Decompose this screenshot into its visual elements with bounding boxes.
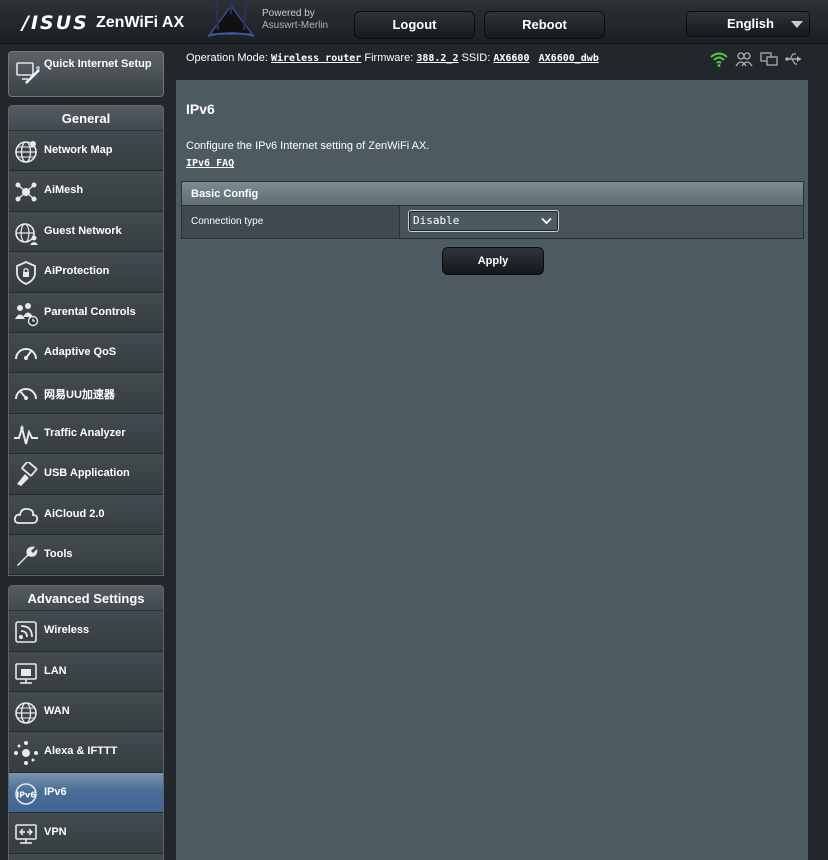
sidebar-item-label: Wireless xyxy=(44,624,90,637)
uu-accelerator-icon xyxy=(15,388,37,401)
sidebar-item-label: Adaptive QoS xyxy=(44,345,117,358)
sidebar-item-alexa-ifttt[interactable]: Alexa & IFTTT xyxy=(9,732,163,773)
sidebar-item-lan[interactable]: LAN xyxy=(9,651,163,693)
general-header: General xyxy=(9,106,163,131)
sidebar: Quick Internet Setup General Network Map xyxy=(8,51,164,860)
connection-type-select[interactable]: Disable xyxy=(408,210,559,232)
sidebar-item-network-map[interactable]: Network Map xyxy=(9,131,163,172)
sidebar-item-label: Traffic Analyzer xyxy=(44,426,126,439)
page-description: Configure the IPv6 Internet setting of Z… xyxy=(186,140,430,152)
sidebar-item-uu-accelerator[interactable]: 网易UU加速器 xyxy=(9,373,163,414)
guest-network-icon xyxy=(15,222,38,245)
gauge-icon xyxy=(15,347,37,360)
firmware-link[interactable]: 388.2_2 xyxy=(416,53,458,64)
connection-type-row: Connection type Disable xyxy=(182,206,803,238)
language-select[interactable]: English xyxy=(686,11,810,37)
ipv6-faq-link[interactable]: IPv6 FAQ xyxy=(186,158,234,169)
connection-type-value: Disable xyxy=(413,214,460,227)
sidebar-item-label: Parental Controls xyxy=(44,305,136,318)
sidebar-item-label: USB Application xyxy=(44,467,130,480)
lan-icon xyxy=(15,662,37,684)
sidebar-item-ipv6[interactable]: IPv6 IPv6 xyxy=(9,772,163,814)
basic-config-header: Basic Config xyxy=(182,182,803,206)
page-title: IPv6 xyxy=(186,101,215,117)
mesh-icon xyxy=(15,182,37,202)
firmware-brand: Asuswrt-Merlin xyxy=(262,20,329,31)
reboot-button[interactable]: Reboot xyxy=(484,11,605,39)
sidebar-item-label: WAN xyxy=(44,705,70,718)
top-bar: /ISUS ZenWiFi AX Powered by Asuswrt-Merl… xyxy=(0,0,828,44)
caret-down-icon xyxy=(791,21,803,28)
traffic-analyzer-icon xyxy=(14,423,38,444)
svg-text:IPv6: IPv6 xyxy=(16,790,36,799)
powered-by-line: Powered by xyxy=(262,8,315,19)
vpn-icon xyxy=(15,824,37,845)
chevron-down-icon xyxy=(541,217,552,225)
router-icon xyxy=(207,0,255,37)
sidebar-item-label: AiCloud 2.0 xyxy=(44,507,105,520)
sidebar-item-label: VPN xyxy=(44,826,67,839)
clients-status-icon[interactable] xyxy=(735,51,753,67)
quick-setup-wand-icon xyxy=(16,62,40,84)
advanced-settings-menu: Advanced Settings Wireless LAN WAN Alexa… xyxy=(8,585,164,860)
language-value: English xyxy=(727,16,774,31)
sidebar-item-parental-controls[interactable]: Parental Controls xyxy=(9,292,163,333)
asus-logo[interactable]: /ISUS xyxy=(22,12,89,34)
sidebar-item-label: Alexa & IFTTT xyxy=(44,745,118,758)
advanced-settings-header: Advanced Settings xyxy=(9,586,163,612)
operation-mode-link[interactable]: Wireless router xyxy=(271,53,361,64)
sidebar-item-aiprotection[interactable]: AiProtection xyxy=(9,252,163,293)
wrench-icon xyxy=(17,546,38,566)
wifi-status-icon[interactable] xyxy=(710,51,728,67)
sidebar-item-aimesh[interactable]: AiMesh xyxy=(9,171,163,212)
ssid-link-1[interactable]: AX6600 xyxy=(493,53,529,64)
apply-button[interactable]: Apply xyxy=(442,247,544,275)
sidebar-item-label: Network Map xyxy=(44,144,113,156)
sidebar-item-label: Guest Network xyxy=(44,224,122,237)
ssid-label: SSID: xyxy=(461,52,491,64)
parental-controls-icon xyxy=(15,302,39,326)
logout-button[interactable]: Logout xyxy=(354,11,475,39)
usb-icon xyxy=(17,462,38,487)
devices-status-icon[interactable] xyxy=(760,51,778,67)
sidebar-item-traffic-analyzer[interactable]: Traffic Analyzer xyxy=(9,413,163,455)
main-content: IPv6 Configure the IPv6 Internet setting… xyxy=(176,80,808,860)
sidebar-item-label: AiProtection xyxy=(44,265,110,278)
wireless-icon xyxy=(15,621,37,644)
sidebar-item-label: AiMesh xyxy=(44,184,84,197)
connection-type-label: Connection type xyxy=(182,206,400,238)
basic-config-table: Basic Config Connection type Disable xyxy=(181,181,804,239)
sidebar-item-adaptive-qos[interactable]: Adaptive QoS xyxy=(9,332,163,374)
status-bar: Operation Mode: Wireless router Firmware… xyxy=(176,46,808,72)
model-name: ZenWiFi AX xyxy=(96,14,185,31)
sidebar-item-label: IPv6 xyxy=(44,785,67,798)
sidebar-item-guest-network[interactable]: Guest Network xyxy=(9,211,163,253)
ipv6-icon: IPv6 xyxy=(15,783,37,805)
usb-status-icon[interactable] xyxy=(785,51,803,67)
quick-setup-label: Quick Internet Setup xyxy=(44,58,152,70)
globe-icon xyxy=(15,141,37,163)
sidebar-item-label: 网易UU加速器 xyxy=(44,389,115,402)
ssid-link-2[interactable]: AX6600_dwb xyxy=(539,53,599,64)
sidebar-item-more[interactable] xyxy=(9,853,163,860)
alexa-icon xyxy=(14,741,38,766)
wan-globe-icon xyxy=(15,702,37,724)
status-text: Operation Mode: Wireless router Firmware… xyxy=(186,52,599,64)
sidebar-item-label: LAN xyxy=(44,664,67,677)
sidebar-item-aicloud[interactable]: AiCloud 2.0 xyxy=(9,494,163,535)
sidebar-item-tools[interactable]: Tools xyxy=(9,534,163,576)
sidebar-item-wireless[interactable]: Wireless xyxy=(9,611,163,652)
sidebar-item-wan[interactable]: WAN xyxy=(9,692,163,733)
sidebar-item-vpn[interactable]: VPN xyxy=(9,813,163,854)
quick-internet-setup-button[interactable]: Quick Internet Setup xyxy=(8,51,164,97)
sidebar-item-label: Tools xyxy=(44,547,73,560)
shield-icon xyxy=(16,261,36,286)
powered-by: Powered by Asuswrt-Merlin xyxy=(262,8,328,32)
operation-mode-label: Operation Mode: xyxy=(186,52,268,64)
general-menu: General Network Map AiMesh Guest Network… xyxy=(8,105,164,577)
cloud-icon xyxy=(13,507,39,524)
firmware-label: Firmware: xyxy=(364,52,414,64)
sidebar-item-usb-application[interactable]: USB Application xyxy=(9,454,163,495)
